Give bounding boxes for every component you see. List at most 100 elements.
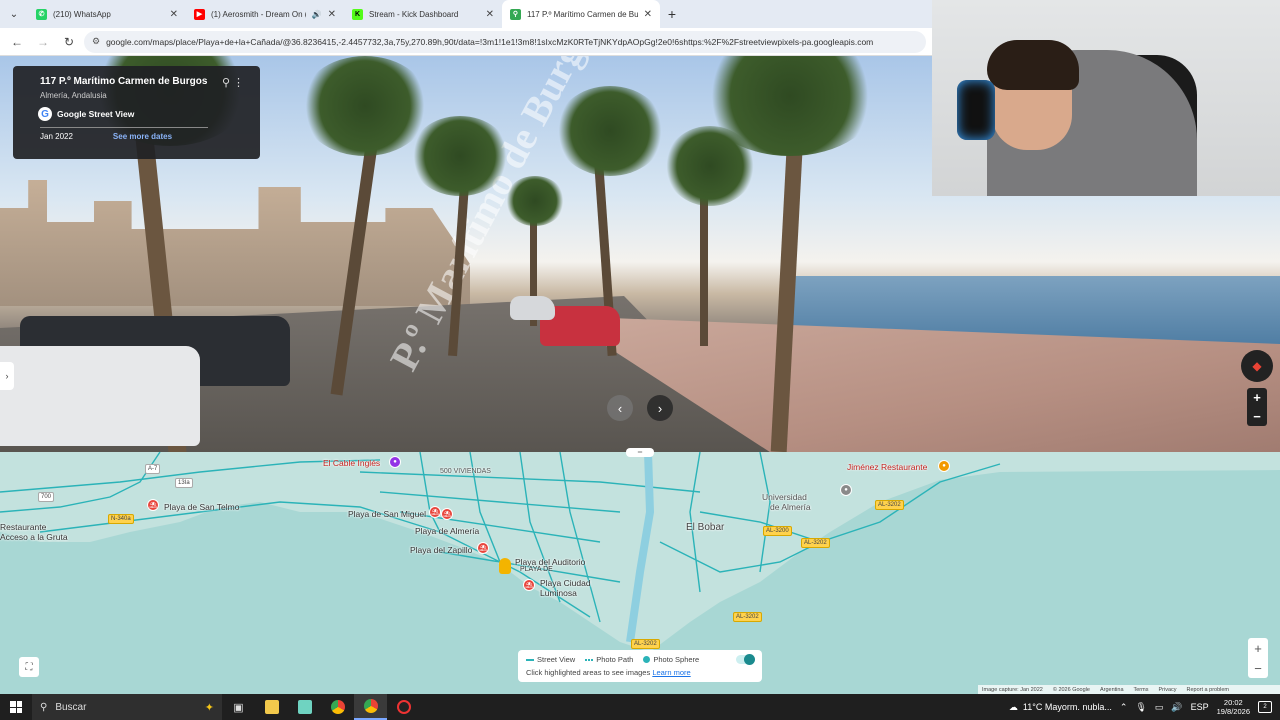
language-indicator[interactable]: ESP (1191, 702, 1209, 712)
road-badge: AL-3202 (801, 538, 830, 548)
network-icon[interactable]: ▭ (1155, 702, 1164, 713)
road-badge: AL-3202 (733, 612, 762, 622)
notepad-icon[interactable] (288, 694, 321, 720)
university-pin[interactable]: ● (840, 484, 852, 496)
task-view-icon[interactable]: ▣ (222, 694, 255, 720)
tab-kick[interactable]: K Stream - Kick Dashboard ✕ (344, 0, 502, 28)
tab-google-maps[interactable]: ⚲ 117 P.º Marítimo Carmen de Bu ✕ (502, 0, 660, 28)
map-label[interactable]: Luminosa (540, 588, 577, 598)
location-pin-icon[interactable]: ⚲ (222, 76, 230, 89)
more-options-icon[interactable]: ⋮ (233, 76, 244, 89)
pegman-location-icon[interactable] (499, 558, 511, 574)
map-label[interactable]: Playa de San Telmo (164, 502, 239, 512)
beach-pin[interactable]: ⛱ (523, 579, 535, 591)
expand-side-panel-button[interactable]: › (0, 362, 14, 390)
map-zoom-control: + − (1248, 638, 1268, 678)
speaker-icon[interactable]: 🔊 (312, 10, 322, 19)
learn-more-link[interactable]: Learn more (652, 668, 690, 677)
road-badge: AL-3202 (631, 639, 660, 649)
road-badge: A-7 (145, 464, 161, 474)
forward-button[interactable]: → (32, 31, 54, 53)
weather-widget[interactable]: ☁ 11°C Mayorm. nubla... (1009, 702, 1112, 713)
notification-center-icon[interactable]: 2 (1258, 701, 1272, 713)
map-label[interactable]: Playa Ciudad (540, 578, 591, 588)
beach-pin[interactable]: ⛱ (477, 542, 489, 554)
next-arrow-button[interactable]: › (647, 395, 673, 421)
beach-pin[interactable]: ⛱ (147, 499, 159, 511)
map-label[interactable]: Acceso a la Gruta (0, 532, 68, 542)
tab-title: Stream - Kick Dashboard (369, 9, 459, 19)
photo-path-swatch (585, 658, 594, 661)
privacy-link[interactable]: Privacy (1158, 687, 1176, 693)
fullscreen-icon[interactable]: ⛶ (19, 657, 39, 677)
road-badge: 13Ia (175, 478, 193, 488)
see-more-dates-link[interactable]: See more dates (113, 132, 172, 141)
previous-arrow-button[interactable]: ‹ (607, 395, 633, 421)
poi-pin[interactable]: ● (389, 456, 401, 468)
zoom-in-button[interactable]: + (1253, 390, 1261, 405)
start-button[interactable] (0, 694, 32, 720)
reload-button[interactable]: ↻ (58, 31, 80, 53)
map-label[interactable]: de Almería (770, 502, 811, 512)
chrome-active-icon[interactable] (354, 694, 387, 720)
search-placeholder: Buscar (55, 701, 87, 713)
close-tab-icon[interactable]: ✕ (486, 9, 494, 20)
street-view-zoom-control: + − (1247, 388, 1267, 426)
screen: ⌄ ✆ (210) WhatsApp ✕ ▶ (1) Aerosmith - D… (0, 0, 1280, 720)
road-badge: N-340a (108, 514, 134, 524)
chrome-icon[interactable] (321, 694, 354, 720)
back-button[interactable]: ← (6, 31, 28, 53)
close-tab-icon[interactable]: ✕ (170, 9, 178, 20)
palm-fronds (410, 116, 510, 196)
browser-tab-strip: ⌄ ✆ (210) WhatsApp ✕ ▶ (1) Aerosmith - D… (0, 0, 932, 28)
whatsapp-icon: ✆ (36, 8, 47, 20)
tab-youtube[interactable]: ▶ (1) Aerosmith - Dream On ( 🔊 ✕ (186, 0, 344, 28)
map-label[interactable]: El Cable Inglés (323, 458, 380, 468)
road-badge: 700 (38, 492, 55, 502)
map-label[interactable]: Playa del Zapillo (410, 545, 472, 555)
tab-whatsapp[interactable]: ✆ (210) WhatsApp ✕ (28, 0, 186, 28)
terms-link[interactable]: Terms (1134, 687, 1149, 693)
map-resize-handle[interactable]: ═ (626, 448, 654, 457)
map-label[interactable]: Jiménez Restaurante (847, 462, 927, 472)
taskbar-search[interactable]: ⚲ Buscar ✦ (32, 694, 222, 720)
compass-icon[interactable]: ◆ (1241, 350, 1273, 382)
road-badge: AL-3200 (763, 526, 792, 536)
coverage-toggle[interactable] (736, 654, 755, 665)
close-tab-icon[interactable]: ✕ (328, 9, 336, 20)
new-tab-button[interactable]: + (660, 0, 684, 28)
obs-icon[interactable] (387, 694, 420, 720)
street-view-swatch (526, 658, 534, 661)
zoom-out-button[interactable]: − (1253, 409, 1261, 424)
tab-title: (210) WhatsApp (53, 9, 111, 19)
map-label[interactable]: Playa de San Miguel (348, 509, 426, 519)
road-badge: AL-3202 (875, 500, 904, 510)
image-capture-date: Image capture: Jan 2022 (982, 686, 1043, 693)
region-link[interactable]: Argentina (1100, 687, 1124, 693)
clock[interactable]: 20:02 19/8/2026 (1217, 698, 1250, 716)
map-label[interactable]: Restaurante (0, 522, 46, 532)
photo-sphere-swatch (643, 656, 651, 663)
map-zoom-in-button[interactable]: + (1254, 641, 1262, 656)
search-highlight-icon: ✦ (204, 701, 214, 714)
chevron-up-icon[interactable]: ⌃ (1120, 702, 1128, 713)
report-problem-link[interactable]: Report a problem (1187, 687, 1230, 693)
restaurant-pin[interactable]: ● (938, 460, 950, 472)
microphone-icon[interactable]: 🎙 (1135, 702, 1146, 713)
beach-pin[interactable]: ⛱ (441, 508, 453, 520)
chrome-glyph (330, 700, 345, 714)
map-label[interactable]: Playa de Almería (415, 526, 479, 536)
file-explorer-icon[interactable] (255, 694, 288, 720)
clock-date: 19/8/2026 (1216, 707, 1250, 716)
volume-icon[interactable]: 🔊 (1171, 702, 1182, 713)
cloud-icon: ☁ (1008, 701, 1018, 712)
close-tab-icon[interactable]: ✕ (644, 9, 652, 20)
site-settings-icon[interactable]: ⚙ (92, 36, 100, 47)
tab-search-menu[interactable]: ⌄ (0, 0, 28, 28)
tab-title: 117 P.º Marítimo Carmen de Bu (527, 9, 638, 19)
address-bar[interactable]: ⚙ google.com/maps/place/Playa+de+la+Caña… (84, 30, 926, 53)
parked-car (510, 296, 555, 320)
map-label[interactable]: Universidad (762, 492, 807, 502)
map-zoom-out-button[interactable]: − (1254, 661, 1262, 676)
beach-pin[interactable]: ⛱ (429, 506, 441, 518)
